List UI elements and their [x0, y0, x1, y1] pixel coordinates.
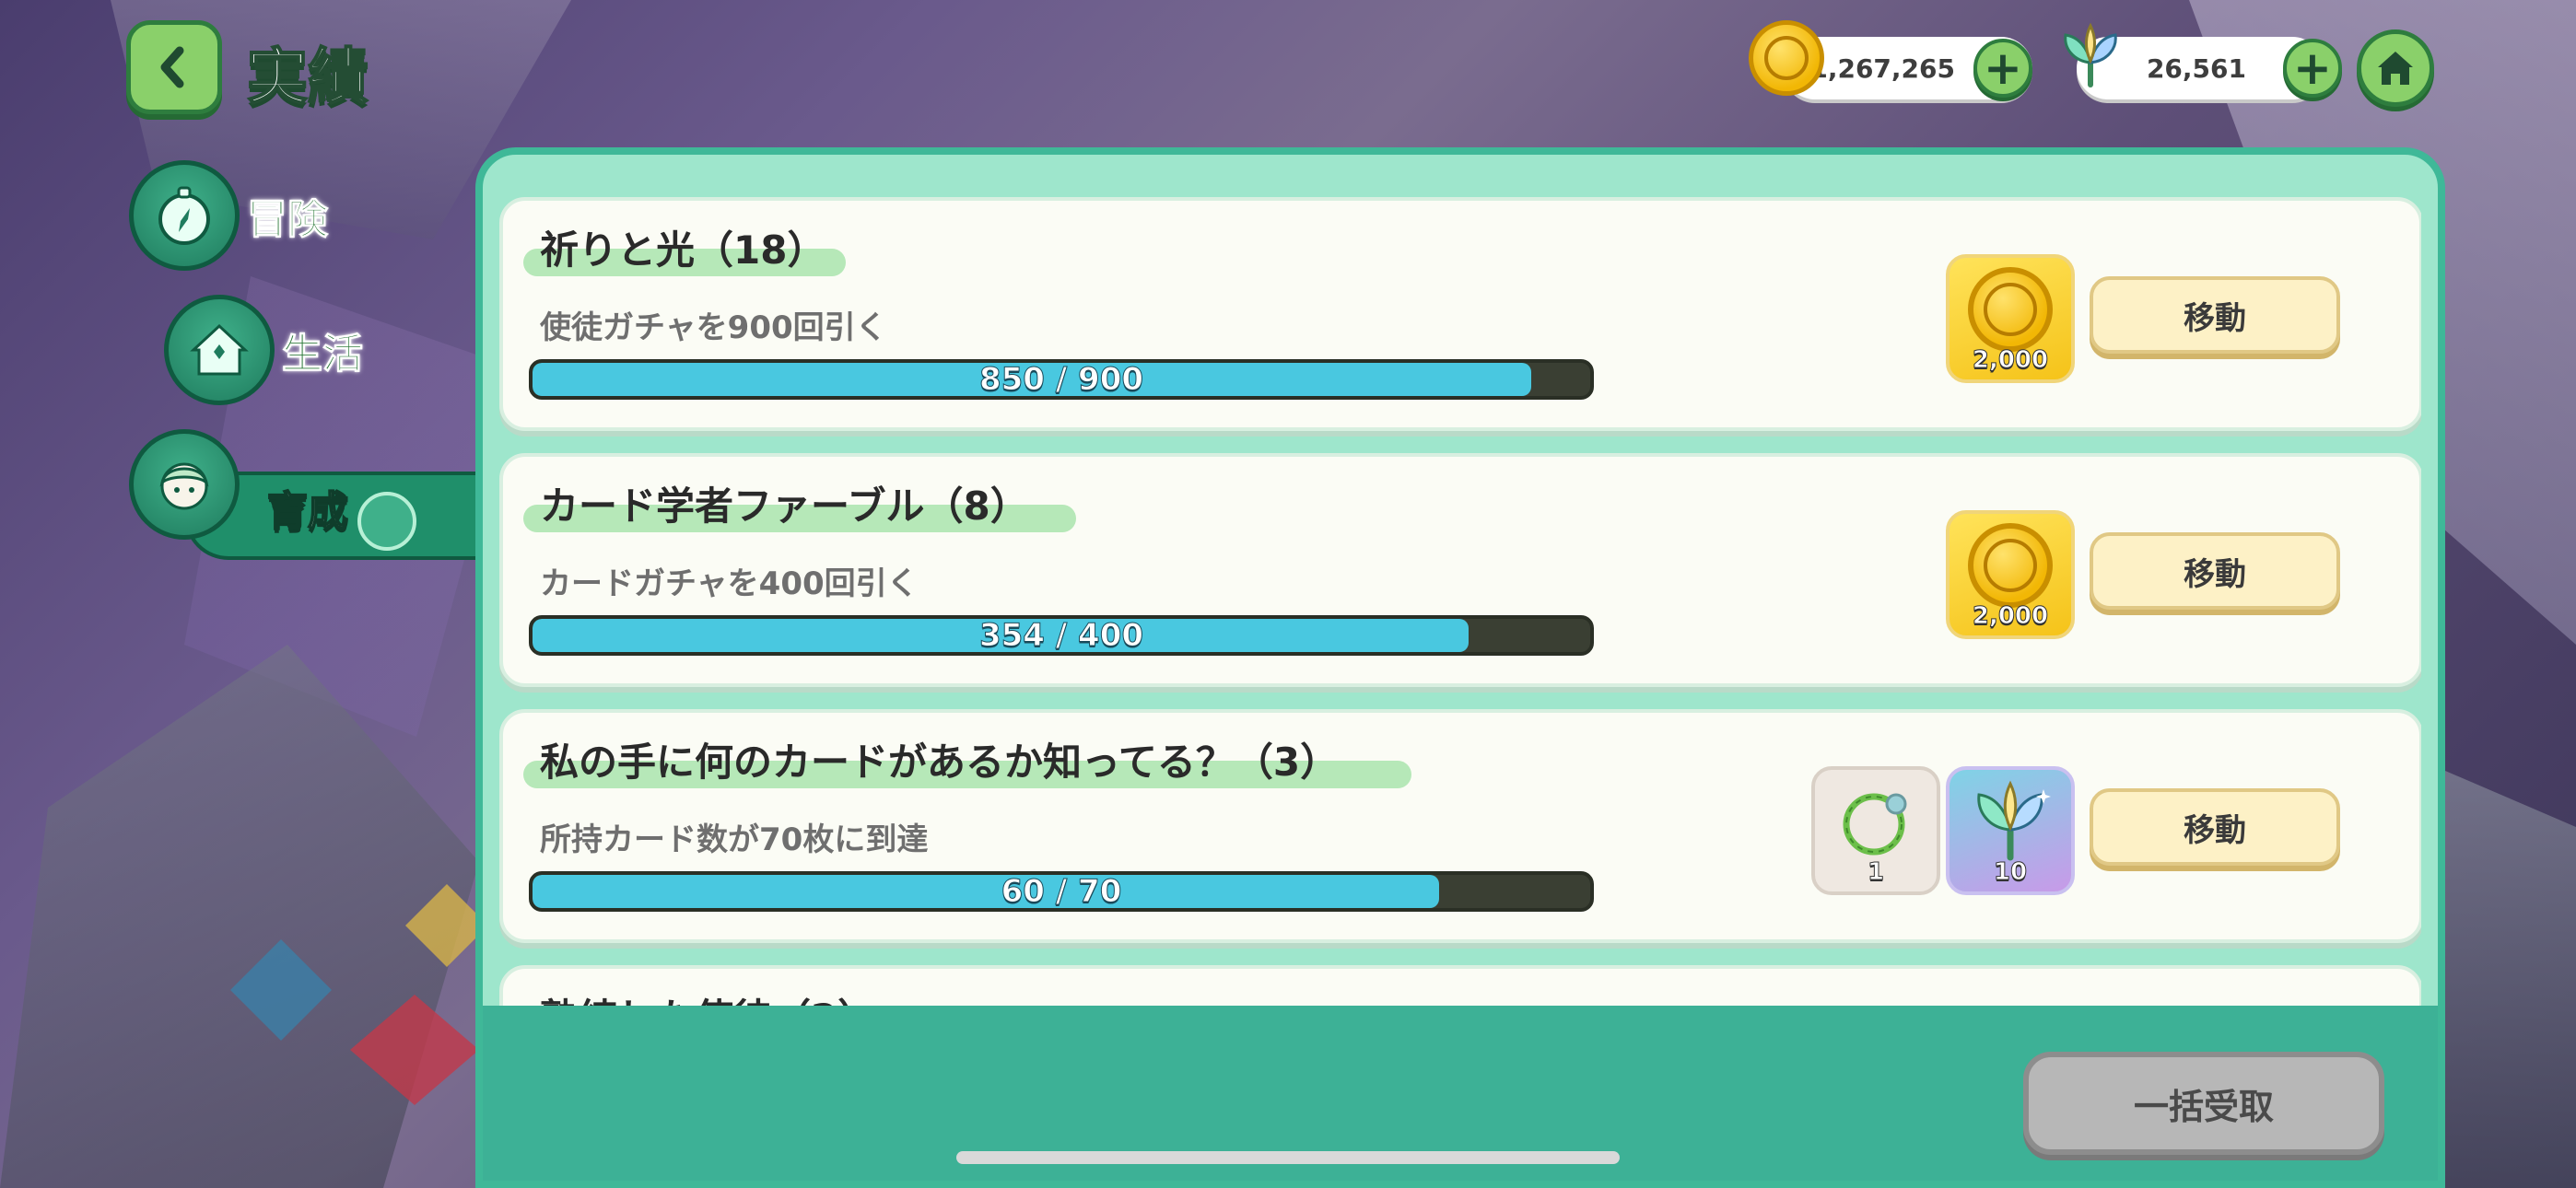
page-title: 実績 — [246, 41, 369, 113]
home-indicator[interactable] — [956, 1151, 1620, 1164]
achievement-title: 祈りと光（18） — [540, 227, 826, 273]
nav-adventure-label: 冒険 — [247, 196, 329, 244]
progress-text: 60 / 70 — [1001, 873, 1122, 910]
nav-life-label: 生活 — [282, 331, 364, 379]
claim-all-button[interactable]: 一括受取 — [2023, 1052, 2384, 1155]
move-button[interactable]: 移動 — [2090, 532, 2340, 610]
home-icon — [2378, 52, 2413, 85]
home-button[interactable] — [2357, 29, 2434, 107]
house-icon — [164, 295, 275, 405]
character-icon — [129, 429, 240, 540]
reward-quantity: 10 — [1993, 858, 2028, 887]
reward-quantity: 1 — [1867, 858, 1885, 887]
achievement-title: 私の手に何のカードがあるか知ってる？（3） — [540, 740, 1340, 785]
coin-icon — [1968, 523, 2053, 608]
achievement-description: 所持カード数が70枚に到達 — [540, 821, 929, 858]
nav-life[interactable]: 生活 — [164, 295, 364, 405]
achievement-title: カード学者ファーブル（8） — [540, 483, 1029, 529]
nav-adventure[interactable]: 冒険 — [129, 160, 329, 271]
chevron-left-icon — [160, 46, 184, 88]
leaf-gem-icon — [2064, 22, 2117, 87]
progress-bar: 60 / 70 — [529, 871, 1594, 912]
progress-text: 354 / 400 — [978, 617, 1144, 654]
ring-icon — [1843, 793, 1907, 856]
reward-gem[interactable]: 10 — [1946, 766, 2075, 895]
progress-text: 850 / 900 — [978, 361, 1144, 398]
achievement-card: 熟練した使徒（2） — [499, 965, 2421, 1006]
progress-bar: 850 / 900 — [529, 359, 1594, 400]
coin-icon — [1968, 267, 2053, 352]
progress-bar: 354 / 400 — [529, 615, 1594, 656]
gem-amount: 26,561 — [2146, 52, 2246, 84]
nav-training-label: 育成 — [266, 487, 349, 536]
achievement-card: カード学者ファーブル（8） カードガチャを400回引く 354 / 400 2,… — [499, 453, 2421, 687]
reward-coin[interactable]: 2,000 — [1946, 254, 2075, 383]
achievement-card: 私の手に何のカードがあるか知ってる？（3） 所持カード数が70枚に到達 60 /… — [499, 709, 2421, 943]
leaf-gem-icon — [1977, 780, 2051, 861]
reward-quantity: 2,000 — [1972, 602, 2049, 631]
add-gems-button[interactable]: + — [2283, 39, 2342, 98]
achievement-description: カードガチャを400回引く — [540, 565, 919, 602]
compass-icon — [129, 160, 240, 271]
nav-training[interactable]: 育成 — [129, 429, 544, 560]
add-coins-button[interactable]: + — [1973, 39, 2032, 98]
back-button[interactable] — [126, 20, 222, 114]
achievement-list[interactable]: 祈りと光（18） 使徒ガチャを900回引く 850 / 900 2,000 移動… — [499, 171, 2421, 1006]
move-button[interactable]: 移動 — [2090, 788, 2340, 866]
coin-amount: 1,267,265 — [1809, 52, 1955, 84]
move-button[interactable]: 移動 — [2090, 276, 2340, 354]
reward-ring[interactable]: 1 — [1811, 766, 1940, 895]
reward-quantity: 2,000 — [1972, 346, 2049, 375]
achievement-title: 熟練した使徒（2） — [540, 987, 876, 1006]
achievement-description: 使徒ガチャを900回引く — [540, 309, 887, 346]
achievement-card: 祈りと光（18） 使徒ガチャを900回引く 850 / 900 2,000 移動 — [499, 197, 2421, 431]
achievements-panel: 祈りと光（18） 使徒ガチャを900回引く 850 / 900 2,000 移動… — [475, 147, 2445, 1188]
leaf-icon — [357, 492, 416, 551]
coin-icon — [1749, 20, 1824, 96]
reward-coin[interactable]: 2,000 — [1946, 510, 2075, 639]
